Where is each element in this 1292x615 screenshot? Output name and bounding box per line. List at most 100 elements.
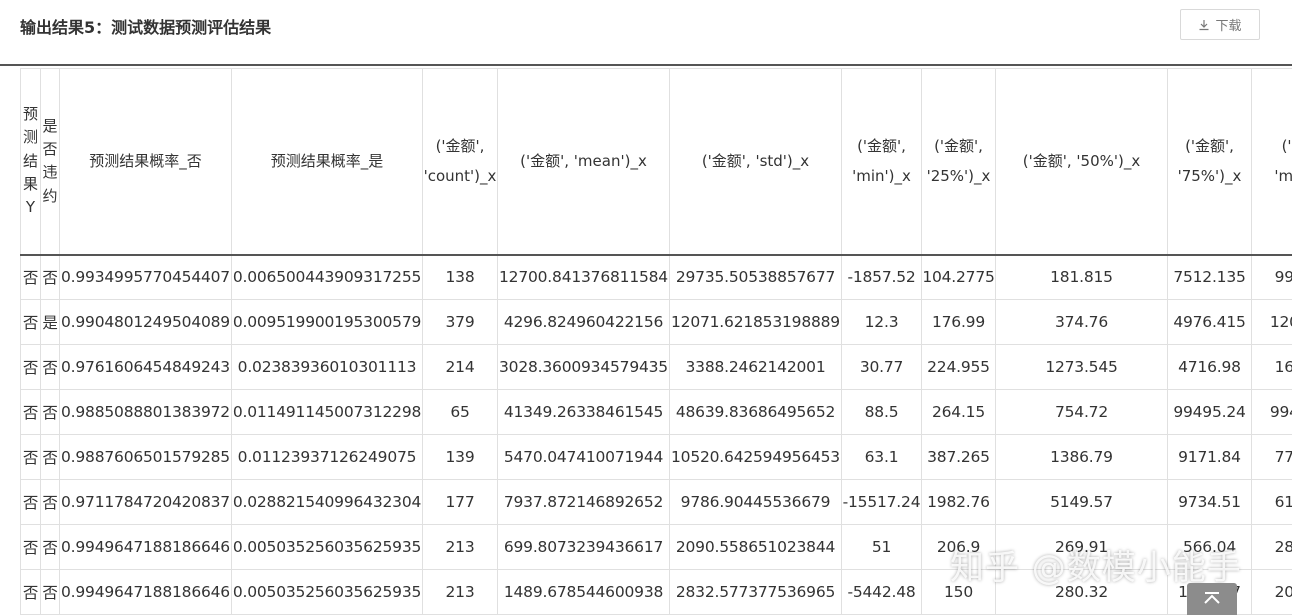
cell-count: 138	[422, 254, 498, 300]
col-header-predicted-y: 预测结果Y	[20, 68, 41, 256]
cell-min: -15517.24	[841, 479, 922, 525]
cell-prob-yes: 0.02383936010301113	[231, 344, 423, 390]
scroll-to-top-button[interactable]	[1187, 583, 1237, 615]
col-header-mean: ('金额', 'mean')_x	[497, 68, 670, 256]
download-icon	[1199, 19, 1209, 30]
cell-is-default: 是	[40, 299, 60, 345]
cell-count: 379	[422, 299, 498, 345]
cell-prob-yes: 0.011491145007312298	[231, 389, 423, 435]
cell-std: 2090.558651023844	[669, 524, 842, 570]
download-button[interactable]: 下载	[1180, 9, 1260, 40]
cell-std: 3388.2462142001	[669, 344, 842, 390]
cell-75pct: 4716.98	[1167, 344, 1252, 390]
cell-max: 99858.0	[1251, 254, 1292, 300]
col-header-prob-no: 预测结果概率_否	[59, 68, 232, 256]
output-header: 输出结果5：测试数据预测评估结果 下载	[0, 0, 1292, 66]
cell-mean: 41349.26338461545	[497, 389, 670, 435]
col-header-max: ('金额', 'max')_x	[1251, 68, 1292, 256]
cell-max: 61538.0	[1251, 479, 1292, 525]
cell-is-default: 否	[40, 254, 60, 300]
table-row: 否否 0.9711784720420837 0.028821540996432304…	[20, 479, 1292, 525]
cell-25pct: 176.99	[921, 299, 996, 345]
cell-75pct: 7512.135	[1167, 254, 1252, 300]
cell-50pct: 1386.79	[995, 434, 1168, 480]
cell-predicted-y: 否	[20, 344, 41, 390]
cell-is-default: 否	[40, 524, 60, 570]
cell-count: 139	[422, 434, 498, 480]
download-label: 下载	[1215, 19, 1242, 34]
cell-prob-yes: 0.028821540996432304	[231, 479, 423, 525]
cell-75pct: 99495.24	[1167, 389, 1252, 435]
cell-25pct: 264.15	[921, 389, 996, 435]
cell-count: 213	[422, 569, 498, 615]
cell-count: 214	[422, 344, 498, 390]
cell-predicted-y: 否	[20, 524, 41, 570]
cell-mean: 1489.678544600938	[497, 569, 670, 615]
cell-predicted-y: 否	[20, 434, 41, 480]
cell-max: 99495.24	[1251, 389, 1292, 435]
table-row: 否否 0.9934995770454407 0.006500443909317255…	[20, 254, 1292, 300]
cell-count: 177	[422, 479, 498, 525]
cell-prob-no: 0.9904801249504089	[59, 299, 232, 345]
results-table-container[interactable]: 预测结果Y 是否违约 预测结果概率_否 预测结果概率_是 ('金额', 'cou…	[20, 68, 1292, 615]
cell-mean: 4296.824960422156	[497, 299, 670, 345]
cell-mean: 12700.841376811584	[497, 254, 670, 300]
cell-max: 20250.0	[1251, 569, 1292, 615]
col-header-std: ('金额', 'std')_x	[669, 68, 842, 256]
cell-75pct: 4976.415	[1167, 299, 1252, 345]
cell-std: 29735.50538857677	[669, 254, 842, 300]
cell-min: -1857.52	[841, 254, 922, 300]
col-header-25pct: ('金额', '25%')_x	[921, 68, 996, 256]
cell-mean: 5470.047410071944	[497, 434, 670, 480]
cell-count: 213	[422, 524, 498, 570]
col-header-75pct: ('金额', '75%')_x	[1167, 68, 1252, 256]
table-row: 否否 0.9885088801383972 0.011491145007312298…	[20, 389, 1292, 435]
cell-predicted-y: 否	[20, 569, 41, 615]
cell-is-default: 否	[40, 344, 60, 390]
cell-max: 16037.0	[1251, 344, 1292, 390]
cell-is-default: 否	[40, 479, 60, 525]
cell-mean: 3028.3600934579435	[497, 344, 670, 390]
watermark: 知乎 @数模小能手	[950, 548, 1242, 588]
cell-max: 77000.0	[1251, 434, 1292, 480]
cell-25pct: 104.2775	[921, 254, 996, 300]
cell-prob-no: 0.9949647188186646	[59, 569, 232, 615]
cell-min: 63.1	[841, 434, 922, 480]
cell-std: 10520.642594956453	[669, 434, 842, 480]
cell-std: 48639.83686495652	[669, 389, 842, 435]
page-title: 输出结果5：测试数据预测评估结果	[20, 18, 272, 37]
cell-predicted-y: 否	[20, 299, 41, 345]
cell-75pct: 9171.84	[1167, 434, 1252, 480]
cell-prob-yes: 0.005035256035625935	[231, 569, 423, 615]
cell-is-default: 否	[40, 569, 60, 615]
cell-prob-no: 0.9934995770454407	[59, 254, 232, 300]
cell-min: 30.77	[841, 344, 922, 390]
col-header-count: ('金额', 'count')_x	[422, 68, 498, 256]
cell-50pct: 374.76	[995, 299, 1168, 345]
cell-prob-yes: 0.01123937126249075	[231, 434, 423, 480]
col-header-50pct: ('金额', '50%')_x	[995, 68, 1168, 256]
col-header-min: ('金额', 'min')_x	[841, 68, 922, 256]
cell-std: 2832.577377536965	[669, 569, 842, 615]
cell-50pct: 1273.545	[995, 344, 1168, 390]
cell-max: 120000.0	[1251, 299, 1292, 345]
cell-prob-no: 0.9711784720420837	[59, 479, 232, 525]
cell-std: 9786.90445536679	[669, 479, 842, 525]
cell-max: 28200.0	[1251, 524, 1292, 570]
cell-min: 88.5	[841, 389, 922, 435]
cell-prob-no: 0.9761606454849243	[59, 344, 232, 390]
cell-prob-yes: 0.006500443909317255	[231, 254, 423, 300]
cell-prob-yes: 0.005035256035625935	[231, 524, 423, 570]
col-header-is-default: 是否违约	[40, 68, 60, 256]
table-header-row: 预测结果Y 是否违约 预测结果概率_否 预测结果概率_是 ('金额', 'cou…	[20, 68, 1292, 256]
table-row: 否否 0.9887606501579285 0.01123937126249075 1…	[20, 434, 1292, 480]
cell-min: 51	[841, 524, 922, 570]
cell-count: 65	[422, 389, 498, 435]
cell-prob-no: 0.9887606501579285	[59, 434, 232, 480]
cell-min: -5442.48	[841, 569, 922, 615]
col-header-prob-yes: 预测结果概率_是	[231, 68, 423, 256]
cell-predicted-y: 否	[20, 389, 41, 435]
table-row: 否是 0.9904801249504089 0.009519900195300579…	[20, 299, 1292, 345]
results-table: 预测结果Y 是否违约 预测结果概率_否 预测结果概率_是 ('金额', 'cou…	[20, 68, 1292, 615]
cell-25pct: 1982.76	[921, 479, 996, 525]
